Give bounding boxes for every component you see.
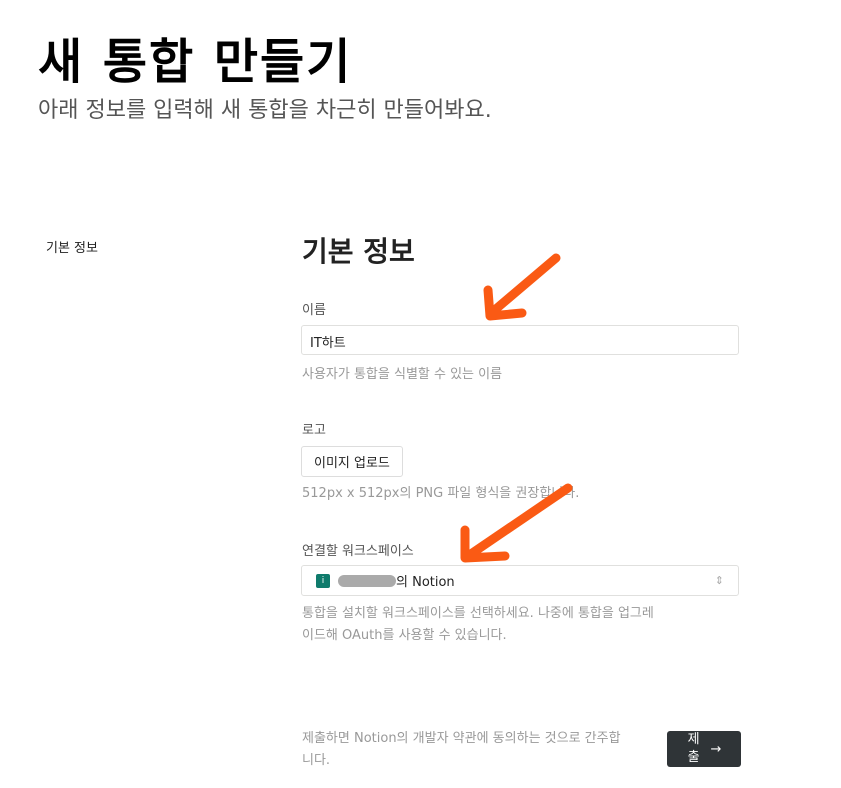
sidebar-item-basic-info[interactable]: 기본 정보 — [46, 237, 98, 256]
arrow-right-icon: → — [710, 741, 722, 757]
workspace-hint: 통합을 설치할 워크스페이스를 선택하세요. 나중에 통합을 업그레 이드해 O… — [302, 603, 654, 647]
submit-label: 제출 — [687, 732, 700, 765]
section-title: 기본 정보 — [302, 235, 415, 268]
workspace-value: 의 Notion — [396, 575, 455, 590]
page-title: 새 통합 만들기 — [38, 34, 353, 90]
workspace-icon: i — [316, 573, 330, 588]
chevron-up-down-icon: ⇕ — [714, 574, 724, 587]
workspace-select[interactable]: i 의 Notion ⇕ — [301, 565, 739, 596]
logo-hint: 512px x 512px의 PNG 파일 형식을 권장합니다. — [302, 486, 580, 501]
terms-text: 제출하면 Notion의 개발자 약관에 동의하는 것으로 간주합니다. — [302, 728, 632, 772]
submit-button[interactable]: 제출 → — [667, 731, 741, 767]
redacted-name — [338, 574, 396, 587]
developer-terms-link[interactable]: 개발자 약관 — [413, 731, 477, 746]
name-input[interactable]: IT하트 — [301, 325, 739, 355]
logo-label: 로고 — [302, 423, 326, 438]
page-subtitle: 아래 정보를 입력해 새 통합을 차근히 만들어봐요. — [38, 98, 492, 123]
workspace-label: 연결할 워크스페이스 — [302, 544, 414, 559]
name-label: 이름 — [302, 303, 326, 318]
terms-prefix: 제출하면 Notion의 — [302, 731, 413, 746]
hint-line: 이드해 OAuth를 사용할 수 있습니다. — [302, 628, 507, 643]
annotation-arrow — [483, 253, 561, 321]
hint-line: 통합을 설치할 워크스페이스를 선택하세요. 나중에 통합을 업그레 — [302, 606, 654, 621]
upload-image-button[interactable]: 이미지 업로드 — [301, 446, 403, 477]
name-hint: 사용자가 통합을 식별할 수 있는 이름 — [302, 367, 503, 382]
